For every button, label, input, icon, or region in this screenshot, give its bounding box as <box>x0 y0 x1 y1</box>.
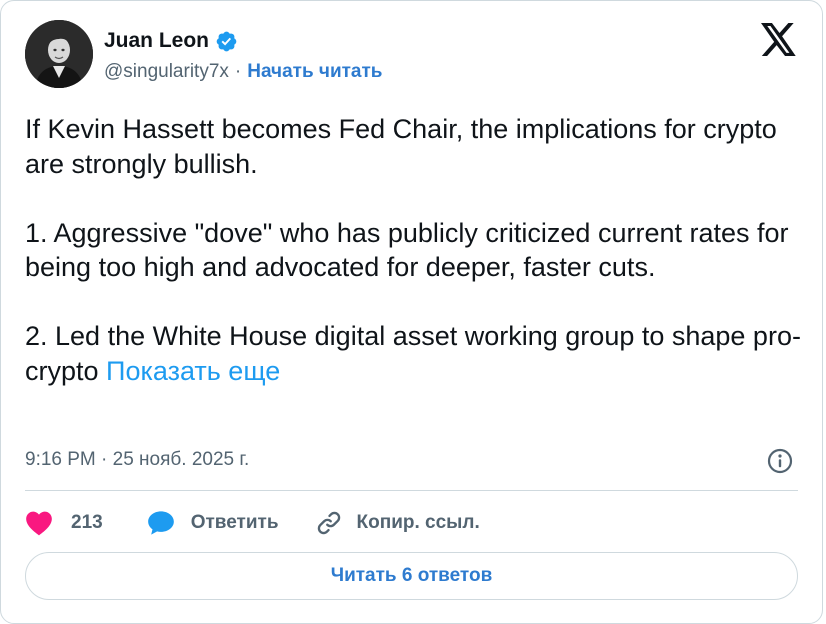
author-handle-row: @singularity7x · Начать читать <box>104 59 382 85</box>
author-avatar[interactable] <box>25 20 93 88</box>
action-bar: 213 Ответить Копир. ссыл. <box>25 504 480 542</box>
info-icon[interactable] <box>766 447 794 475</box>
avatar-photo <box>25 20 93 88</box>
divider <box>25 490 798 491</box>
read-replies-button[interactable]: Читать 6 ответов <box>25 552 798 600</box>
author-name[interactable]: Juan Leon <box>104 29 209 53</box>
tweet-timestamp[interactable]: 9:16 PM · 25 нояб. 2025 г. <box>25 449 249 471</box>
speech-bubble-icon <box>147 510 175 536</box>
follow-button[interactable]: Начать читать <box>247 61 382 83</box>
tweet-text: If Kevin Hassett becomes Fed Chair, the … <box>25 112 805 388</box>
link-icon <box>315 509 343 537</box>
verified-badge-icon <box>215 30 238 53</box>
copy-link-button[interactable]: Копир. ссыл. <box>315 509 480 537</box>
x-logo-icon[interactable] <box>761 23 797 56</box>
author-handle[interactable]: @singularity7x <box>104 61 229 83</box>
like-button[interactable]: 213 <box>25 510 103 536</box>
show-more-link[interactable]: Показать еще <box>106 356 280 386</box>
like-count: 213 <box>71 512 103 533</box>
reply-button[interactable]: Ответить <box>147 510 279 536</box>
tweet-body: If Kevin Hassett becomes Fed Chair, the … <box>25 114 801 386</box>
copy-link-label: Копир. ссыл. <box>356 512 480 533</box>
tweet-embed-card: Juan Leon @singularity7x · Начать читать… <box>0 0 823 624</box>
heart-icon <box>25 510 53 536</box>
author-name-row: Juan Leon <box>104 27 238 55</box>
reply-label: Ответить <box>190 512 279 533</box>
handle-separator: · <box>234 61 242 82</box>
